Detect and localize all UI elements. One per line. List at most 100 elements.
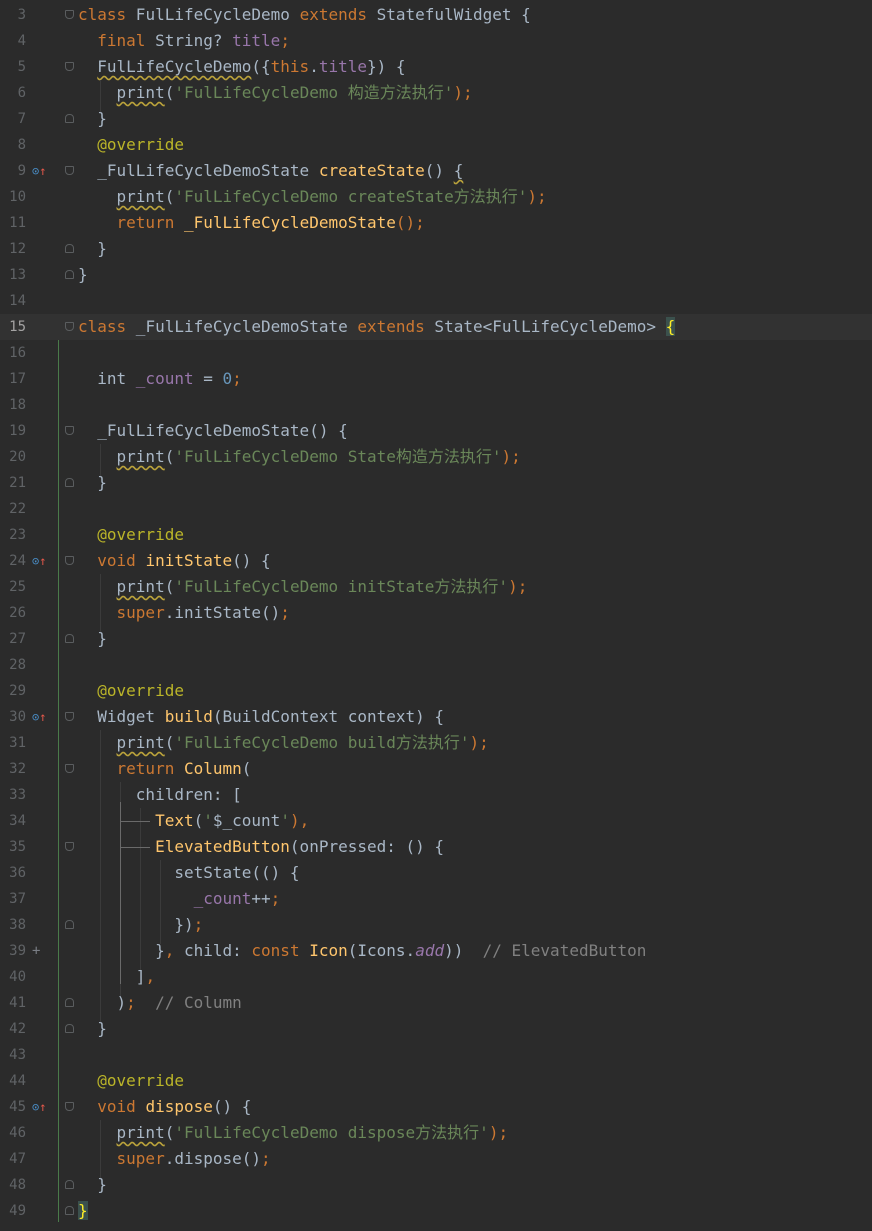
code-line[interactable]: 48 } (0, 1172, 872, 1198)
code-line[interactable]: 47 super.dispose(); (0, 1146, 872, 1172)
code-text[interactable]: } (78, 262, 88, 288)
line-number[interactable]: 31 (0, 730, 26, 756)
line-number[interactable]: 33 (0, 782, 26, 808)
code-text[interactable]: final String? title; (78, 28, 290, 54)
code-line[interactable]: 32 return Column( (0, 756, 872, 782)
code-text[interactable]: @override (78, 522, 184, 548)
code-text[interactable]: } (78, 1016, 107, 1042)
line-number[interactable]: 34 (0, 808, 26, 834)
fold-close-icon[interactable] (65, 1180, 74, 1189)
code-line[interactable]: 31 print('FulLifeCycleDemo build方法执行'); (0, 730, 872, 756)
line-number[interactable]: 47 (0, 1146, 26, 1172)
line-number[interactable]: 39 (0, 938, 26, 964)
line-number[interactable]: 35 (0, 834, 26, 860)
line-number[interactable]: 7 (0, 106, 26, 132)
code-line[interactable]: 17 int _count = 0; (0, 366, 872, 392)
line-number[interactable]: 11 (0, 210, 26, 236)
fold-close-icon[interactable] (65, 478, 74, 487)
fold-open-icon[interactable] (65, 10, 74, 19)
code-line[interactable]: 7 } (0, 106, 872, 132)
line-number[interactable]: 44 (0, 1068, 26, 1094)
code-line[interactable]: 33 children: [ (0, 782, 872, 808)
code-text[interactable]: setState(() { (78, 860, 299, 886)
line-number[interactable]: 42 (0, 1016, 26, 1042)
line-number[interactable]: 14 (0, 288, 26, 314)
line-number[interactable]: 49 (0, 1198, 26, 1224)
code-line[interactable]: 23 @override (0, 522, 872, 548)
code-text[interactable]: _count++; (78, 886, 281, 912)
line-number[interactable]: 41 (0, 990, 26, 1016)
line-number[interactable]: 22 (0, 496, 26, 522)
fold-plus-icon[interactable]: + (32, 938, 50, 964)
code-line[interactable]: 38 }); (0, 912, 872, 938)
code-line[interactable]: 40 ], (0, 964, 872, 990)
code-line[interactable]: 36 setState(() { (0, 860, 872, 886)
line-number[interactable]: 13 (0, 262, 26, 288)
code-text[interactable]: } (78, 1198, 88, 1224)
code-text[interactable]: print('FulLifeCycleDemo build方法执行'); (78, 730, 489, 756)
code-line[interactable]: 4 final String? title; (0, 28, 872, 54)
code-line[interactable]: 16 (0, 340, 872, 366)
code-line[interactable]: 21 } (0, 470, 872, 496)
code-line[interactable]: 42 } (0, 1016, 872, 1042)
code-text[interactable]: } (78, 236, 107, 262)
code-text[interactable]: print('FulLifeCycleDemo initState方法执行'); (78, 574, 528, 600)
fold-open-icon[interactable] (65, 842, 74, 851)
code-text[interactable]: super.dispose(); (78, 1146, 271, 1172)
code-line[interactable]: 10 print('FulLifeCycleDemo createState方法… (0, 184, 872, 210)
code-text[interactable]: int _count = 0; (78, 366, 242, 392)
code-line[interactable]: 37 _count++; (0, 886, 872, 912)
code-line[interactable]: 14 (0, 288, 872, 314)
fold-open-icon[interactable] (65, 556, 74, 565)
code-text[interactable]: print('FulLifeCycleDemo createState方法执行'… (78, 184, 547, 210)
code-text[interactable]: _FulLifeCycleDemoState() { (78, 418, 347, 444)
line-number[interactable]: 43 (0, 1042, 26, 1068)
fold-close-icon[interactable] (65, 998, 74, 1007)
fold-close-icon[interactable] (65, 244, 74, 253)
code-text[interactable]: }, child: const Icon(Icons.add)) // Elev… (78, 938, 646, 964)
line-number[interactable]: 8 (0, 132, 26, 158)
line-number[interactable]: 20 (0, 444, 26, 470)
code-text[interactable]: void dispose() { (78, 1094, 251, 1120)
code-text[interactable]: @override (78, 678, 184, 704)
code-line[interactable]: 46 print('FulLifeCycleDemo dispose方法执行')… (0, 1120, 872, 1146)
code-text[interactable]: } (78, 1172, 107, 1198)
line-number[interactable]: 29 (0, 678, 26, 704)
line-number[interactable]: 46 (0, 1120, 26, 1146)
line-number[interactable]: 18 (0, 392, 26, 418)
code-text[interactable]: class _FulLifeCycleDemoState extends Sta… (78, 314, 676, 340)
code-editor[interactable]: 3 class FulLifeCycleDemo extends Stateful… (0, 0, 872, 1231)
code-text[interactable]: children: [ (78, 782, 242, 808)
line-number[interactable]: 15 (0, 314, 26, 340)
code-text[interactable]: ], (78, 964, 155, 990)
line-number[interactable]: 37 (0, 886, 26, 912)
code-text[interactable]: } (78, 106, 107, 132)
fold-open-icon[interactable] (65, 322, 74, 331)
code-line[interactable]: 28 (0, 652, 872, 678)
line-number[interactable]: 36 (0, 860, 26, 886)
code-line[interactable]: 5 FulLifeCycleDemo({this.title}) { (0, 54, 872, 80)
line-number[interactable]: 27 (0, 626, 26, 652)
code-line[interactable]: 12 } (0, 236, 872, 262)
code-line[interactable]: 44 @override (0, 1068, 872, 1094)
code-text[interactable]: @override (78, 1068, 184, 1094)
code-line[interactable]: 24 ⊙↑ void initState() { (0, 548, 872, 574)
line-number[interactable]: 48 (0, 1172, 26, 1198)
line-number[interactable]: 9 (0, 158, 26, 184)
code-line[interactable]: 20 print('FulLifeCycleDemo State构造方法执行')… (0, 444, 872, 470)
code-line[interactable]: 25 print('FulLifeCycleDemo initState方法执行… (0, 574, 872, 600)
fold-open-icon[interactable] (65, 62, 74, 71)
line-number[interactable]: 12 (0, 236, 26, 262)
override-method-icon[interactable]: ⊙↑ (32, 1094, 50, 1120)
code-line[interactable]: 26 super.initState(); (0, 600, 872, 626)
code-text[interactable]: Widget build(BuildContext context) { (78, 704, 444, 730)
code-text[interactable]: print('FulLifeCycleDemo 构造方法执行'); (78, 80, 473, 106)
line-number[interactable]: 24 (0, 548, 26, 574)
line-number[interactable]: 25 (0, 574, 26, 600)
code-line[interactable]: 29 @override (0, 678, 872, 704)
fold-close-icon[interactable] (65, 920, 74, 929)
override-method-icon[interactable]: ⊙↑ (32, 548, 50, 574)
fold-close-icon[interactable] (65, 270, 74, 279)
fold-open-icon[interactable] (65, 764, 74, 773)
code-text[interactable]: @override (78, 132, 184, 158)
